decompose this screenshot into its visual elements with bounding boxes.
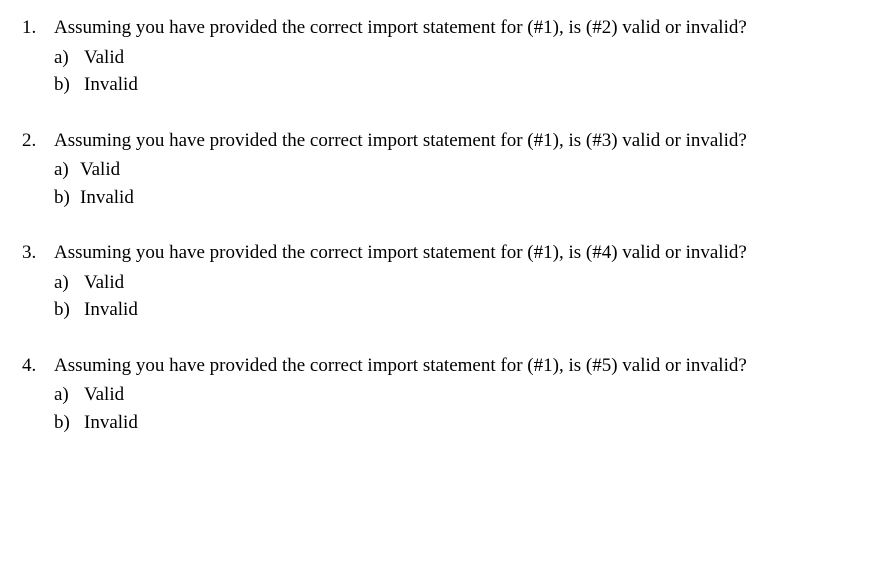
option-letter: a) [54,156,80,184]
question-options: a) Valid b) Invalid [22,269,850,324]
question-number: 2. [22,127,54,155]
question-row: 2. Assuming you have provided the correc… [22,127,850,155]
option-text: Invalid [84,71,850,99]
question-text: Assuming you have provided the correct i… [54,14,850,42]
question-options: a) Valid b) Invalid [22,381,850,436]
option-letter: a) [54,269,84,297]
option-a: a) Valid [54,381,850,409]
option-b: b) Invalid [54,296,850,324]
question-text: Assuming you have provided the correct i… [54,352,850,380]
question-1: 1. Assuming you have provided the correc… [22,14,850,99]
option-letter: a) [54,381,84,409]
option-letter: b) [54,296,84,324]
option-text: Valid [84,381,850,409]
question-text: Assuming you have provided the correct i… [54,127,850,155]
option-letter: b) [54,409,84,437]
question-number: 3. [22,239,54,267]
option-b: b) Invalid [54,71,850,99]
option-a: a) Valid [54,269,850,297]
option-text: Invalid [80,184,850,212]
option-text: Invalid [84,409,850,437]
question-row: 4. Assuming you have provided the correc… [22,352,850,380]
question-3: 3. Assuming you have provided the correc… [22,239,850,324]
question-number: 4. [22,352,54,380]
question-options: a) Valid b) Invalid [22,44,850,99]
option-b: b) Invalid [54,409,850,437]
question-text: Assuming you have provided the correct i… [54,239,850,267]
option-text: Valid [84,44,850,72]
option-letter: b) [54,71,84,99]
question-row: 3. Assuming you have provided the correc… [22,239,850,267]
option-b: b) Invalid [54,184,850,212]
question-number: 1. [22,14,54,42]
option-letter: b) [54,184,80,212]
option-text: Invalid [84,296,850,324]
option-text: Valid [80,156,850,184]
option-letter: a) [54,44,84,72]
option-a: a) Valid [54,156,850,184]
option-text: Valid [84,269,850,297]
question-row: 1. Assuming you have provided the correc… [22,14,850,42]
option-a: a) Valid [54,44,850,72]
question-options: a) Valid b) Invalid [22,156,850,211]
question-4: 4. Assuming you have provided the correc… [22,352,850,437]
question-2: 2. Assuming you have provided the correc… [22,127,850,212]
